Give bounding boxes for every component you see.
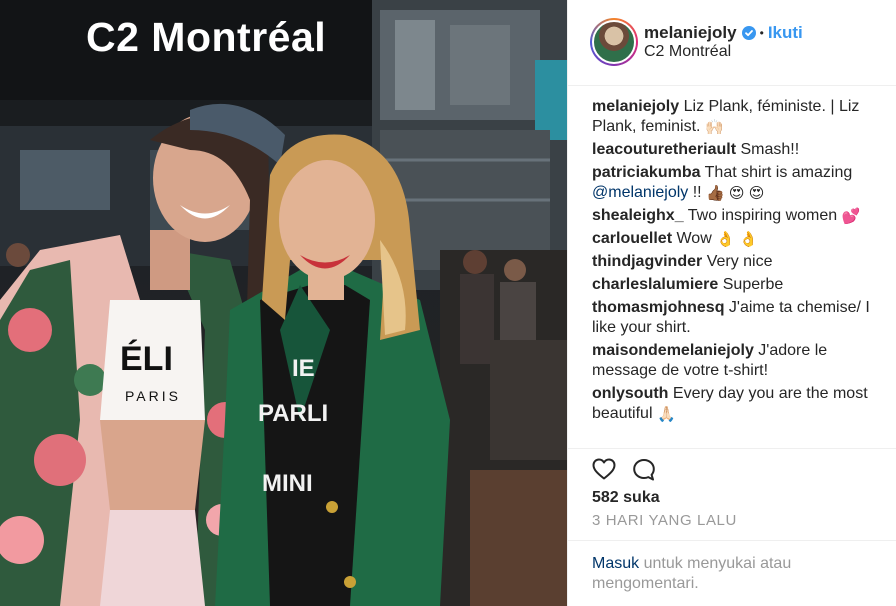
avatar[interactable]: [590, 18, 638, 66]
comment-item: shealeighx_ Two inspiring women 💕: [592, 206, 883, 226]
post-header: melaniejoly • Ikuti C2 Montréal: [568, 0, 896, 86]
post-timestamp: 3 HARI YANG LALU: [592, 512, 737, 529]
comment-emoji: 💕: [841, 208, 861, 225]
comment-username[interactable]: shealeighx_: [592, 207, 684, 224]
comment-text-after: !!: [692, 184, 702, 201]
comment-item: thomasmjohnesq J'aime ta chemise/ I like…: [592, 298, 883, 338]
shirt-right-line-2: PARLI: [258, 400, 329, 427]
comment-item: thindjagvinder Very nice: [592, 252, 883, 272]
comment-item: onlysouth Every day you are the most bea…: [592, 384, 883, 424]
verified-badge-icon: [741, 26, 756, 40]
comment-text: Superbe: [722, 276, 784, 293]
header-separator: •: [759, 26, 764, 40]
comment-item: melaniejoly Liz Plank, féministe. | Liz …: [592, 97, 883, 137]
shirt-right-line-3: MINI: [262, 470, 313, 497]
comment-username[interactable]: thomasmjohnesq: [592, 299, 724, 316]
heart-icon[interactable]: [592, 458, 616, 480]
comment-item: charleslalumiere Superbe: [592, 275, 883, 295]
comment-username[interactable]: maisondemelaniejoly: [592, 342, 754, 359]
post-actions: [592, 458, 656, 482]
comment-item: maisondemelaniejoly J'adore le message d…: [592, 341, 883, 381]
post-side-panel: melaniejoly • Ikuti C2 Montréal melaniej…: [567, 0, 896, 606]
comment-text: That shirt is amazing: [704, 164, 853, 181]
comment-mention-link[interactable]: @melaniejoly: [592, 184, 688, 201]
comment-item: carlouellet Wow 👌 👌: [592, 229, 883, 249]
comment-emoji: 👍🏾 😍 😍: [706, 185, 765, 202]
comment-username[interactable]: charleslalumiere: [592, 276, 718, 293]
comment-username[interactable]: carlouellet: [592, 230, 672, 247]
comment-emoji: 👌 👌: [716, 231, 758, 248]
shirt-left-line-2: PARIS: [125, 388, 181, 404]
comment-emoji: 🙌🏻: [704, 119, 724, 136]
venue-sign-text: C2 Montréal: [86, 14, 327, 60]
login-prompt: Masuk untuk menyukai atau mengomentari.: [568, 540, 896, 606]
comment-item: patriciakumba That shirt is amazing @mel…: [592, 163, 883, 203]
shirt-right-line-1: IE: [292, 355, 315, 382]
follow-button[interactable]: Ikuti: [768, 23, 803, 43]
comment-text: Two inspiring women: [687, 207, 838, 224]
shirt-left-line-1: ÉLI: [120, 340, 173, 378]
comment-username[interactable]: thindjagvinder: [592, 253, 702, 270]
post-location[interactable]: C2 Montréal: [644, 43, 731, 61]
header-username[interactable]: melaniejoly: [644, 23, 737, 43]
comment-username[interactable]: melaniejoly: [592, 98, 679, 115]
comment-text: Wow: [676, 230, 712, 247]
comment-username[interactable]: onlysouth: [592, 385, 668, 402]
comment-bubble-icon[interactable]: [632, 458, 656, 482]
photo-scene: [0, 0, 567, 606]
comment-emoji: 🙏🏻: [656, 406, 676, 423]
login-link[interactable]: Masuk: [592, 555, 639, 572]
comment-username[interactable]: leacouturetheriault: [592, 141, 736, 158]
comment-item: leacouturetheriault Smash!!: [592, 140, 883, 160]
comment-text: Smash!!: [740, 141, 800, 158]
comment-username[interactable]: patriciakumba: [592, 164, 700, 181]
likes-count[interactable]: 582 suka: [592, 489, 660, 507]
post-photo[interactable]: C2 Montréal ÉLI PARIS IE PARLI MINI: [0, 0, 567, 606]
comment-list[interactable]: melaniejoly Liz Plank, féministe. | Liz …: [568, 87, 896, 449]
avatar-image: [592, 20, 636, 64]
header-user-row: melaniejoly • Ikuti: [644, 23, 803, 43]
comment-text: Very nice: [706, 253, 773, 270]
